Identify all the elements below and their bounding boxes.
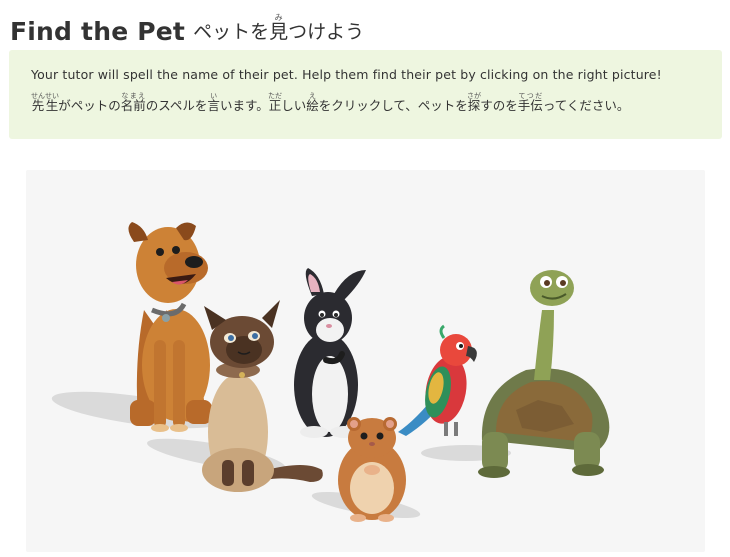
- title-ja-kanji-base: 見: [269, 21, 289, 43]
- instruction-ja-kanji: 探: [467, 98, 482, 113]
- page-title-japanese: ペットを見みつけよう: [193, 13, 364, 44]
- instruction-ja-reading: なまえ: [120, 92, 146, 100]
- pets-illustration: [51, 222, 610, 522]
- instruction-ja-text: ってください。: [542, 98, 630, 113]
- instruction-ja-text: います。: [219, 98, 269, 113]
- instruction-ja-ruby: 先生せんせい: [31, 92, 59, 113]
- instruction-ja-reading: てつだ: [517, 92, 543, 100]
- parrot-illustration: [398, 324, 477, 436]
- instruction-ja-reading: ただ: [267, 92, 282, 100]
- instruction-ja-kanji: 名前: [120, 98, 146, 113]
- instruction-ja-text: をクリックして、ペットを: [318, 98, 468, 113]
- title-ja-before: ペットを: [193, 21, 270, 43]
- instruction-ja-ruby: 言い: [207, 92, 220, 113]
- instruction-ja-text: すのを: [480, 98, 518, 113]
- instruction-ja-ruby: 正ただ: [267, 92, 282, 113]
- instruction-english: Your tutor will spell the name of their …: [31, 67, 662, 82]
- title-ja-kanji: 見み: [269, 13, 289, 43]
- instruction-ja-ruby: 名前なまえ: [120, 92, 146, 113]
- instruction-japanese: 先生せんせいがペットの名前なまえのスペルを言いいます。正ただしい絵えをクリックし…: [31, 92, 708, 117]
- instruction-ja-kanji: 手伝: [517, 98, 543, 113]
- instruction-ja-text: がペットの: [58, 98, 121, 113]
- dog-illustration: [128, 222, 212, 432]
- instruction-ja-reading: い: [207, 92, 220, 100]
- instruction-ja-text: しい: [281, 98, 307, 113]
- rabbit-illustration: [294, 268, 366, 438]
- instruction-ja-reading: せんせい: [31, 92, 59, 100]
- tortoise-illustration: [478, 270, 610, 478]
- instruction-ja-ruby: 探さが: [467, 92, 482, 113]
- instruction-panel: Your tutor will spell the name of their …: [9, 50, 722, 139]
- instruction-ja-ruby: 手伝てつだ: [517, 92, 543, 113]
- instruction-ja-kanji: 正: [267, 98, 282, 113]
- instruction-ja-text: のスペルを: [145, 98, 208, 113]
- page-title: Find the Pet: [10, 17, 186, 46]
- title-ja-kanji-reading: み: [269, 13, 289, 22]
- instruction-ja-kanji: 絵: [306, 98, 319, 113]
- page-header: Find the Pet ペットを見みつけよう: [10, 4, 364, 46]
- instruction-ja-kanji: 先生: [31, 98, 59, 113]
- pets-picture[interactable]: [26, 170, 705, 552]
- instruction-ja-ruby: 絵え: [306, 92, 319, 113]
- instruction-ja-reading: さが: [467, 92, 482, 100]
- instruction-ja-kanji: 言: [207, 98, 220, 113]
- title-ja-after: つけよう: [288, 21, 365, 43]
- instruction-ja-reading: え: [306, 92, 319, 100]
